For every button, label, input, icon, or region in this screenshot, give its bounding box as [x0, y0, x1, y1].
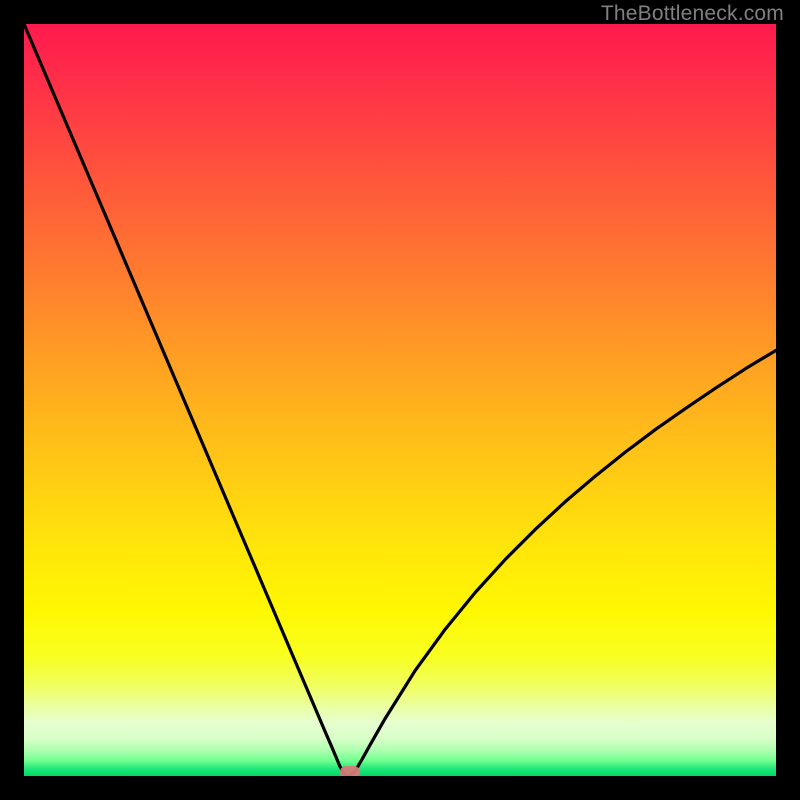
watermark-text: TheBottleneck.com — [601, 2, 784, 26]
chart-frame: TheBottleneck.com — [0, 0, 800, 800]
bottleneck-curve — [24, 24, 776, 776]
minimum-marker — [340, 766, 360, 776]
plot-area — [24, 24, 776, 776]
